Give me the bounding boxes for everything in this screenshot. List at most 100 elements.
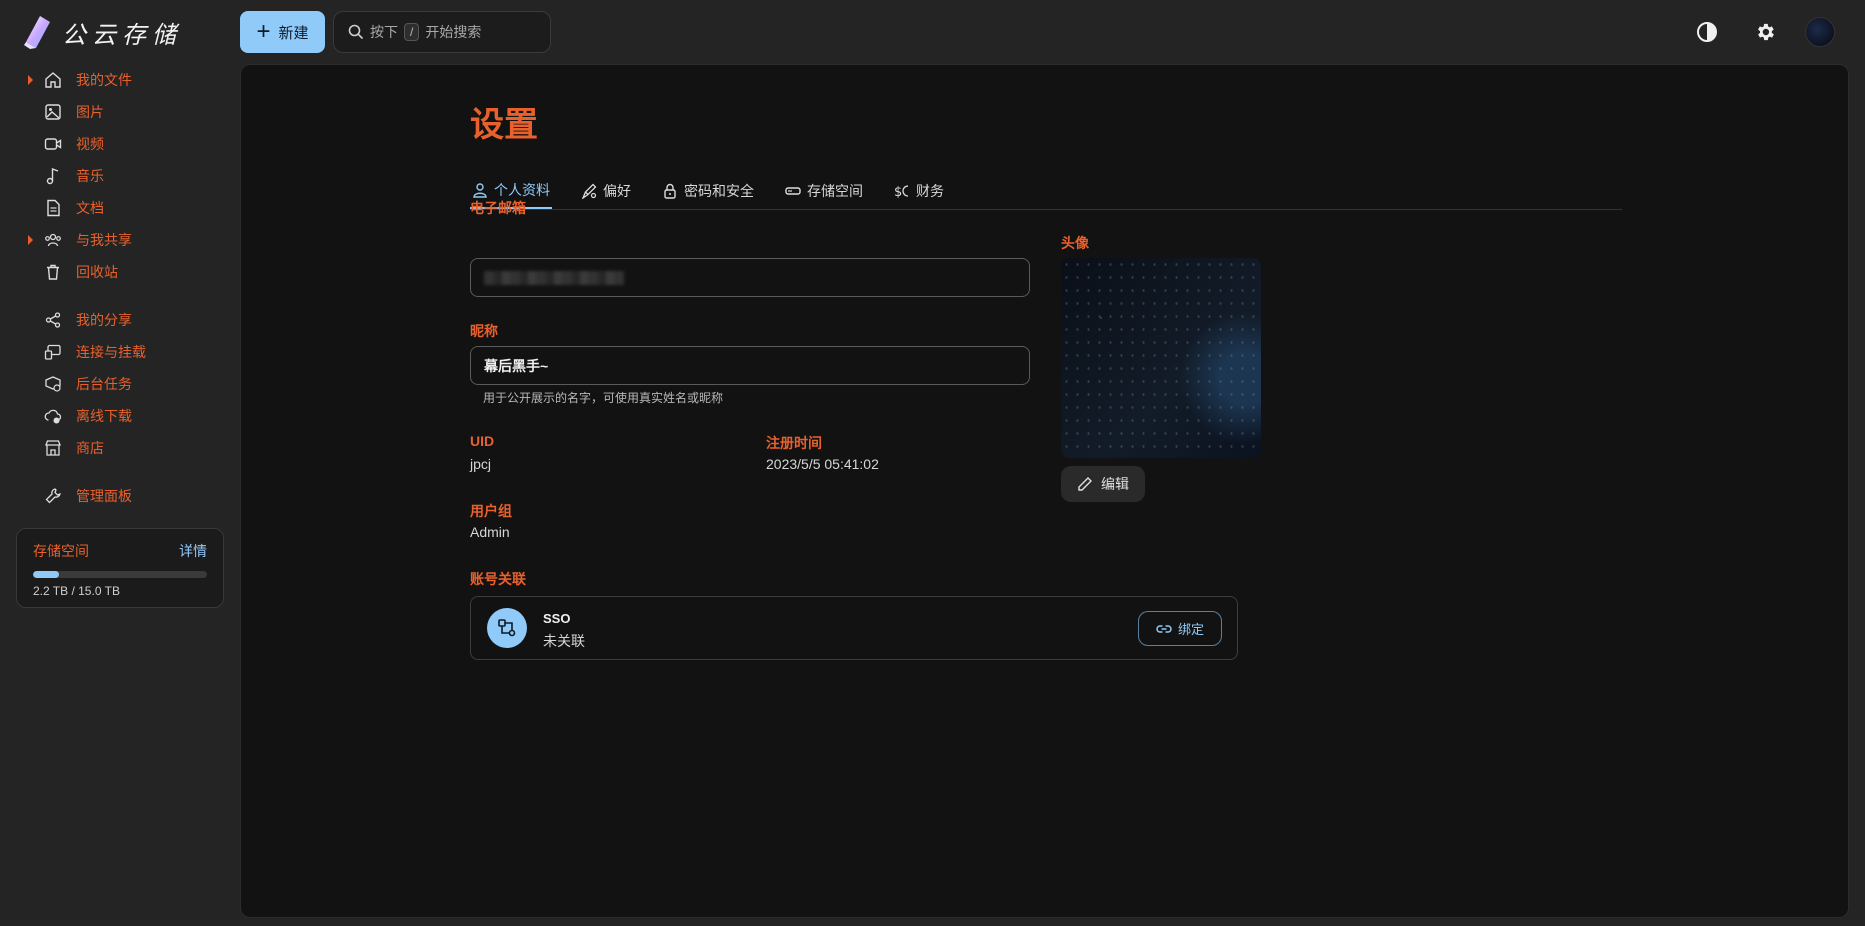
tab-label: 财务: [916, 183, 944, 199]
sidebar-item-background-tasks[interactable]: 后台任务: [0, 368, 232, 400]
sidebar: 我的文件 图片 视频 音乐 文档 与我共享 回收站 我的分享 连接与挂载 后台任…: [0, 64, 232, 608]
tab-label: 偏好: [603, 183, 631, 199]
sidebar-item-admin-panel[interactable]: 管理面板: [0, 480, 232, 512]
tab-label: 个人资料: [494, 182, 550, 198]
logo-text: 公云存储: [62, 20, 182, 49]
contrast-icon: [1697, 22, 1717, 42]
avatar-label: 头像: [1061, 235, 1089, 251]
tab-label: 密码和安全: [684, 183, 754, 199]
nickname-helper-text: 用于公开展示的名字，可使用真实姓名或昵称: [483, 391, 724, 405]
sidebar-item-label: 我的分享: [76, 312, 132, 328]
sidebar-item-label: 图片: [76, 104, 104, 120]
cloud-download-icon: [44, 409, 62, 424]
sso-status: 未关联: [543, 633, 585, 649]
search-box[interactable]: 按下 / 开始搜索: [333, 11, 551, 53]
sidebar-item-videos[interactable]: 视频: [0, 128, 232, 160]
gear-icon: [1758, 23, 1774, 41]
music-icon: [46, 168, 59, 185]
video-icon: [44, 138, 62, 150]
registration-time-value: 2023/5/5 05:41:02: [766, 456, 879, 472]
sidebar-item-label: 回收站: [76, 264, 118, 280]
share-icon: [45, 312, 61, 328]
sidebar-divider: [0, 464, 232, 480]
currency-icon: $: [894, 185, 909, 199]
edit-avatar-button[interactable]: 编辑: [1061, 466, 1145, 502]
search-suffix: 开始搜索: [425, 24, 482, 40]
storage-detail-link[interactable]: 详情: [179, 541, 207, 561]
sidebar-item-label: 与我共享: [76, 232, 132, 248]
registration-time-label: 注册时间: [766, 435, 822, 451]
sidebar-item-offline-download[interactable]: 离线下载: [0, 400, 232, 432]
document-icon: [47, 199, 60, 217]
store-icon: [45, 440, 61, 456]
sidebar-nav: 我的文件 图片 视频 音乐 文档 与我共享 回收站 我的分享 连接与挂载 后台任…: [0, 64, 232, 512]
expand-arrow-icon[interactable]: [28, 75, 33, 85]
sidebar-item-label: 离线下载: [76, 408, 132, 424]
uid-label: UID: [470, 433, 495, 449]
wrench-icon: [45, 488, 61, 504]
pencil-icon: [1078, 477, 1092, 491]
sidebar-divider: [0, 288, 232, 304]
brush-settings-icon: [581, 183, 597, 199]
bind-button-label: 绑定: [1177, 622, 1204, 637]
sidebar-item-label: 后台任务: [76, 376, 132, 392]
search-icon: [348, 24, 364, 40]
user-avatar[interactable]: [1805, 17, 1835, 47]
storage-title: 存储空间: [33, 543, 89, 559]
bind-button[interactable]: 绑定: [1138, 611, 1222, 646]
home-icon: [45, 72, 61, 88]
logo[interactable]: 公云存储: [22, 14, 182, 50]
sso-account-card: SSO 未关联 绑定: [470, 596, 1238, 660]
page-title: 设置: [470, 106, 538, 144]
top-bar: 公云存储 + 新建 按下 / 开始搜索: [0, 0, 1865, 64]
tab-security[interactable]: 密码和安全: [660, 173, 756, 209]
main-panel: 设置 个人资料 偏好 密码和安全 存储空间 $ 财务 电子邮箱 昵称 幕后黑手~…: [240, 64, 1849, 918]
new-button[interactable]: + 新建: [240, 11, 325, 53]
storage-icon: [785, 187, 801, 195]
storage-card: 存储空间 详情 2.2 TB / 15.0 TB: [16, 528, 224, 608]
nickname-label: 昵称: [470, 323, 498, 339]
trash-icon: [47, 264, 59, 280]
storage-progress-bar: [33, 571, 207, 578]
new-button-label: 新建: [278, 24, 309, 42]
sidebar-item-label: 文档: [76, 200, 104, 216]
link-icon: [1156, 624, 1172, 633]
sidebar-item-music[interactable]: 音乐: [0, 160, 232, 192]
email-value-redacted: [484, 270, 624, 285]
sidebar-item-my-files[interactable]: 我的文件: [0, 64, 232, 96]
task-icon: [45, 376, 61, 392]
sidebar-item-connect-mount[interactable]: 连接与挂载: [0, 336, 232, 368]
svg-text:$: $: [894, 185, 902, 199]
image-icon: [45, 104, 61, 120]
storage-usage-text: 2.2 TB / 15.0 TB: [33, 584, 120, 598]
tab-preferences[interactable]: 偏好: [579, 173, 633, 209]
settings-tabs: 个人资料 偏好 密码和安全 存储空间 $ 财务: [470, 173, 1622, 210]
nickname-field[interactable]: 幕后黑手~: [470, 346, 1030, 385]
connect-icon: [44, 344, 61, 360]
sidebar-item-recycle-bin[interactable]: 回收站: [0, 256, 232, 288]
sidebar-item-documents[interactable]: 文档: [0, 192, 232, 224]
sidebar-item-images[interactable]: 图片: [0, 96, 232, 128]
sidebar-item-label: 我的文件: [76, 72, 132, 88]
sidebar-item-label: 连接与挂载: [76, 344, 146, 360]
email-field[interactable]: [470, 258, 1030, 297]
expand-arrow-icon[interactable]: [28, 235, 33, 245]
theme-toggle-button[interactable]: [1689, 14, 1725, 50]
sidebar-item-label: 音乐: [76, 168, 104, 184]
lock-icon: [664, 183, 676, 199]
settings-button[interactable]: [1747, 14, 1783, 50]
user-group-value: Admin: [470, 524, 510, 540]
sidebar-item-label: 管理面板: [76, 488, 132, 504]
sidebar-item-label: 视频: [76, 136, 104, 152]
uid-value: jpcj: [470, 456, 492, 472]
sidebar-item-shared-with-me[interactable]: 与我共享: [0, 224, 232, 256]
swap-link-icon: [498, 619, 516, 637]
shared-people-icon: [45, 233, 61, 247]
tab-finance[interactable]: $ 财务: [892, 173, 946, 209]
account-linking-label: 账号关联: [470, 571, 526, 587]
sidebar-item-my-shares[interactable]: 我的分享: [0, 304, 232, 336]
person-icon: [473, 183, 487, 198]
sso-title: SSO: [543, 611, 571, 626]
sidebar-item-store[interactable]: 商店: [0, 432, 232, 464]
tab-storage[interactable]: 存储空间: [783, 173, 865, 209]
